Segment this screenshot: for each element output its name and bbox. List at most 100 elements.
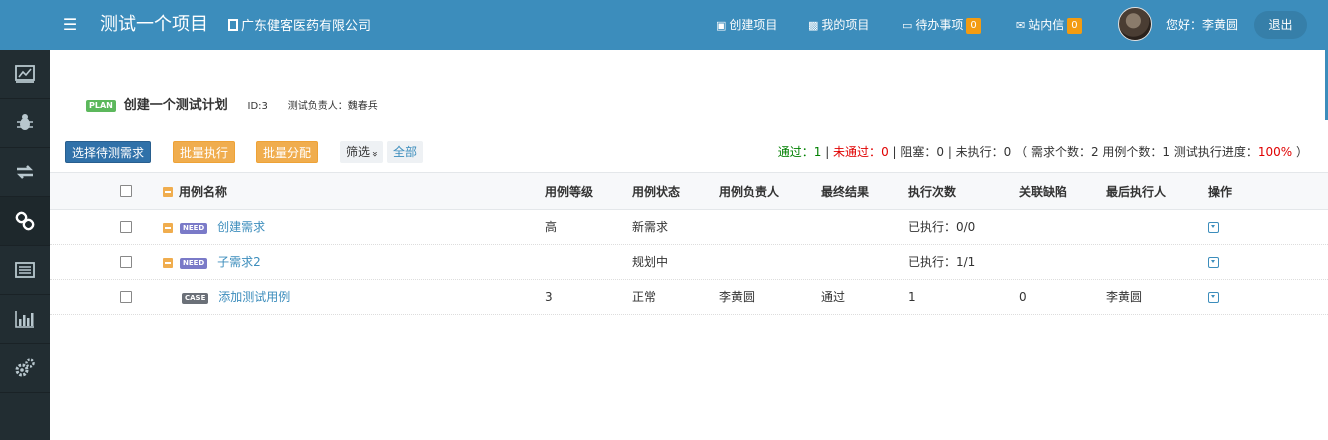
select-all-checkbox[interactable]	[120, 185, 132, 197]
action-dropdown-icon[interactable]	[1208, 222, 1219, 233]
action-dropdown-icon[interactable]	[1208, 292, 1219, 303]
plan-id: ID:3	[247, 101, 268, 112]
col-owner: 用例负责人	[719, 185, 780, 199]
blocked-summary: | 阻塞：0 | 未执行：0 （ 需求个数：2 用例个数：1 测试执行进度：	[888, 145, 1258, 159]
row-checkbox[interactable]	[120, 291, 132, 303]
fail-label: 未通过：	[833, 145, 882, 159]
plan-header: PLAN 创建一个测试计划 ID:3 测试负责人：魏春兵	[86, 95, 378, 115]
my-projects-link[interactable]: ▩ 我的项目	[808, 0, 869, 50]
company-name: 广东健客医药有限公司	[228, 0, 371, 50]
sidebar-item-reports[interactable]	[0, 295, 50, 344]
plus-square-icon: ▣	[716, 19, 727, 32]
status-cell: 规划中	[632, 255, 669, 269]
table-row: NEED 创建需求 高 新需求 已执行：0/0	[50, 210, 1328, 245]
col-defects: 关联缺陷	[1019, 185, 1068, 199]
action-dropdown-icon[interactable]	[1208, 257, 1219, 268]
stats-sep: |	[821, 145, 834, 159]
plan-name: 创建一个测试计划	[123, 98, 228, 113]
row-checkbox[interactable]	[120, 256, 132, 268]
owner-cell: 李黄圆	[719, 290, 756, 304]
sidebar	[0, 50, 50, 440]
link-icon	[15, 211, 35, 231]
last-executor-cell: 李黄圆	[1106, 290, 1143, 304]
exec-count-cell: 1	[908, 290, 916, 304]
progress-value: 100%	[1257, 145, 1293, 159]
row-checkbox[interactable]	[120, 221, 132, 233]
need-tag: NEED	[180, 258, 208, 269]
sidebar-item-exchange[interactable]	[0, 148, 50, 197]
collapse-icon[interactable]	[163, 258, 173, 268]
case-name-cell: NEED 子需求2	[180, 245, 261, 280]
sidebar-item-settings[interactable]	[0, 344, 50, 393]
case-tag: CASE	[182, 293, 209, 304]
col-case-name: 用例名称	[179, 185, 228, 199]
col-result: 最终结果	[821, 185, 870, 199]
table-row: NEED 子需求2 规划中 已执行：1/1	[50, 245, 1328, 280]
sidebar-item-link[interactable]	[0, 197, 50, 246]
select-requirements-button[interactable]: 选择待测需求	[65, 141, 152, 163]
messages-link[interactable]: ✉ 站内信 0	[1016, 0, 1082, 50]
create-project-label: 创建项目	[729, 18, 778, 32]
col-actions: 操作	[1208, 185, 1233, 199]
chevron-down-icon: »	[369, 150, 381, 158]
sidebar-item-list[interactable]	[0, 246, 50, 295]
batch-execute-button[interactable]: 批量执行	[173, 141, 236, 163]
col-exec-count: 执行次数	[908, 185, 957, 199]
plan-tag: PLAN	[86, 100, 116, 112]
sidebar-item-bugs[interactable]	[0, 99, 50, 148]
logout-button[interactable]: 退出	[1254, 11, 1307, 39]
table-row: CASE 添加测试用例 3 正常 李黄圆 通过 1 0 李黄圆	[50, 280, 1328, 315]
todo-count-badge: 0	[966, 18, 981, 34]
plan-owner: 测试负责人：魏春兵	[287, 101, 378, 112]
stats-close: ）	[1292, 145, 1308, 159]
messages-count-badge: 0	[1067, 18, 1082, 34]
messages-label: 站内信	[1028, 18, 1065, 32]
case-name-link[interactable]: 创建需求	[217, 220, 265, 234]
hamburger-icon[interactable]: ☰	[50, 0, 90, 50]
collapse-icon[interactable]	[163, 223, 173, 233]
greeting: 您好：李黄圆	[1166, 18, 1239, 32]
col-level: 用例等级	[545, 185, 594, 199]
filter-all-button[interactable]: 全部	[387, 141, 424, 163]
create-project-link[interactable]: ▣ 创建项目	[716, 0, 777, 50]
batch-assign-button[interactable]: 批量分配	[256, 141, 319, 163]
settings-icon	[15, 358, 35, 377]
avatar[interactable]	[1118, 7, 1152, 41]
todo-label: 待办事项	[915, 18, 964, 32]
need-tag: NEED	[180, 223, 208, 234]
exchange-icon	[16, 165, 34, 179]
level-cell: 3	[545, 290, 553, 304]
case-name-link[interactable]: 子需求2	[217, 255, 261, 269]
bug-icon	[17, 114, 33, 130]
table-header: 用例名称 用例等级 用例状态 用例负责人 最终结果 执行次数 关联缺陷 最后执行…	[50, 172, 1328, 210]
case-name-cell: NEED 创建需求	[180, 210, 265, 245]
exec-count-cell: 已执行：1/1	[908, 255, 976, 269]
col-status: 用例状态	[632, 185, 681, 199]
list-icon	[15, 262, 35, 278]
execution-stats: 通过：1 | 未通过：0 | 阻塞：0 | 未执行：0 （ 需求个数：2 用例个…	[778, 142, 1308, 162]
monitor-icon: ▭	[902, 19, 913, 32]
project-title[interactable]: 测试一个项目	[100, 0, 208, 50]
result-cell: 通过	[821, 290, 846, 304]
envelope-icon: ✉	[1016, 19, 1026, 32]
sidebar-item-dashboard[interactable]	[0, 50, 50, 99]
filter-button[interactable]: 筛选»	[340, 141, 384, 163]
fail-value: 0	[881, 145, 889, 159]
status-cell: 新需求	[632, 220, 669, 234]
col-last-executor: 最后执行人	[1106, 185, 1167, 199]
case-name-cell: CASE 添加测试用例	[182, 280, 290, 315]
pass-label: 通过：	[777, 145, 814, 159]
company-label: 广东健客医药有限公司	[241, 19, 372, 34]
top-navbar: ☰ 测试一个项目 广东健客医药有限公司 ▣ 创建项目 ▩ 我的项目 ▭ 待办事项 0 ✉…	[0, 0, 1328, 50]
defects-cell: 0	[1019, 290, 1027, 304]
case-name-link[interactable]: 添加测试用例	[218, 290, 290, 304]
my-projects-label: 我的项目	[821, 18, 870, 32]
status-cell: 正常	[632, 290, 657, 304]
bar-chart-icon	[15, 311, 34, 328]
todo-link[interactable]: ▭ 待办事项 0	[902, 0, 981, 50]
briefcase-icon: ▩	[808, 19, 819, 32]
exec-count-cell: 已执行：0/0	[908, 220, 976, 234]
collapse-all-icon[interactable]	[163, 187, 173, 197]
dashboard-icon	[15, 65, 35, 83]
level-cell: 高	[545, 220, 558, 234]
